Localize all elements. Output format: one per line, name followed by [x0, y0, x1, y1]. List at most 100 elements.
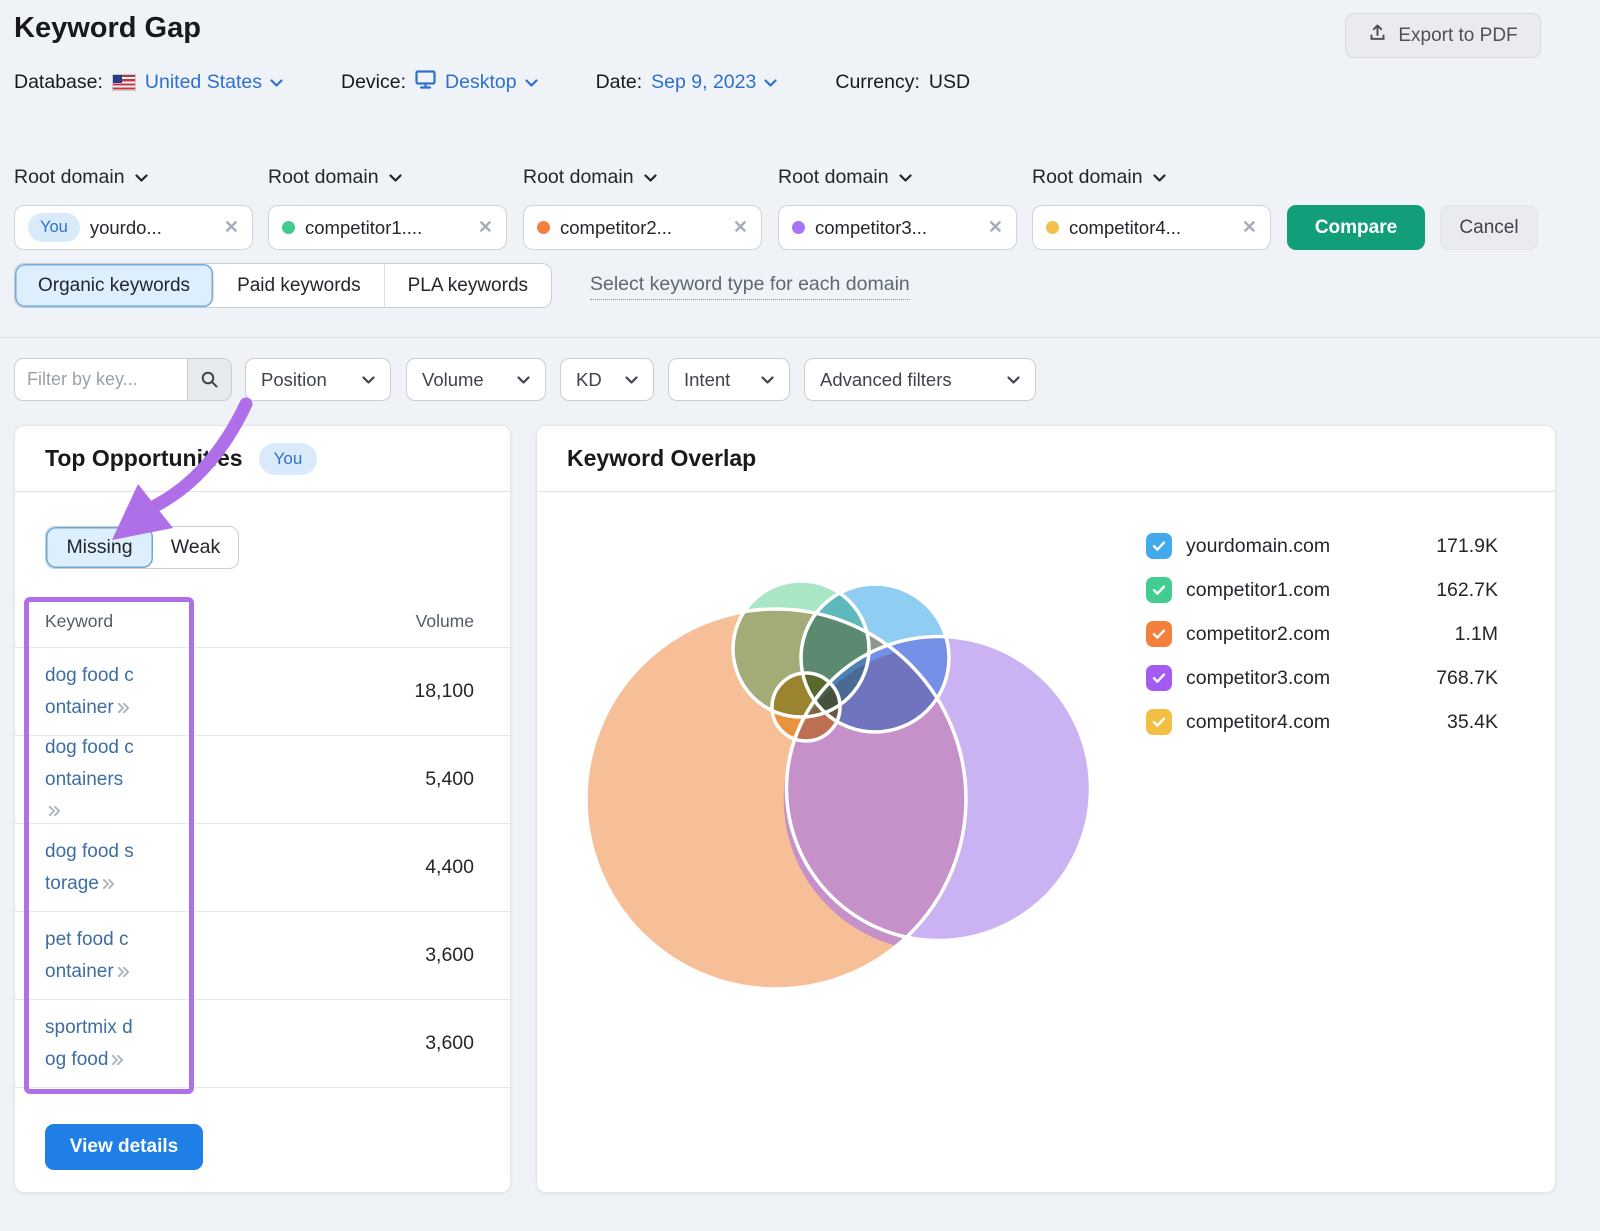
- kd-filter-dropdown[interactable]: KD: [560, 358, 654, 401]
- checkmark-icon: [1152, 716, 1166, 728]
- chevron-down-icon: [1153, 174, 1166, 182]
- keyword-link[interactable]: dog food containers: [45, 732, 139, 828]
- checkmark-icon: [1152, 540, 1166, 552]
- chevron-down-icon: [644, 174, 657, 182]
- table-row: dog food storage 4,400: [15, 824, 510, 912]
- legend-value: 162.7K: [1436, 579, 1498, 602]
- checkbox-yourdomain[interactable]: [1146, 533, 1172, 559]
- volume-column-header: Volume: [416, 611, 474, 632]
- tab-pla-keywords[interactable]: PLA keywords: [385, 264, 551, 307]
- remove-domain-icon[interactable]: ✕: [224, 217, 239, 238]
- competitor2-chip[interactable]: competitor2... ✕: [523, 205, 762, 250]
- table-row: dog food container 18,100: [15, 648, 510, 736]
- chevron-down-icon: [899, 174, 912, 182]
- select-keyword-type-link[interactable]: Select keyword type for each domain: [590, 273, 910, 300]
- keyword-overlap-title: Keyword Overlap: [567, 445, 756, 472]
- competitor3-dot-icon: [792, 221, 805, 234]
- root-domain-dropdown-3[interactable]: Root domain: [523, 166, 657, 189]
- legend-domain: competitor4.com: [1186, 711, 1433, 734]
- chevron-down-icon: [389, 174, 402, 182]
- keyword-link[interactable]: dog food storage: [45, 836, 139, 900]
- checkmark-icon: [1152, 628, 1166, 640]
- compare-button[interactable]: Compare: [1287, 205, 1425, 250]
- us-flag-icon: [112, 74, 136, 91]
- search-icon: [200, 370, 219, 389]
- position-filter-dropdown[interactable]: Position: [245, 358, 391, 401]
- checkmark-icon: [1152, 584, 1166, 596]
- volume-value: 4,400: [425, 856, 474, 879]
- checkbox-competitor2[interactable]: [1146, 621, 1172, 647]
- competitor1-chip[interactable]: competitor1.... ✕: [268, 205, 507, 250]
- keyword-link[interactable]: dog food container: [45, 660, 139, 724]
- remove-domain-icon[interactable]: ✕: [1242, 217, 1257, 238]
- tab-paid-keywords[interactable]: Paid keywords: [214, 264, 385, 307]
- volume-filter-dropdown[interactable]: Volume: [406, 358, 546, 401]
- table-row: dog food containers 5,400: [15, 736, 510, 824]
- competitor3-chip[interactable]: competitor3... ✕: [778, 205, 1017, 250]
- missing-tab[interactable]: Missing: [46, 527, 153, 568]
- cancel-button[interactable]: Cancel: [1440, 205, 1538, 250]
- root-domain-dropdown-4[interactable]: Root domain: [778, 166, 912, 189]
- legend-row-competitor3: competitor3.com 768.7K: [1146, 656, 1498, 700]
- competitor4-dot-icon: [1046, 221, 1059, 234]
- remove-domain-icon[interactable]: ✕: [733, 217, 748, 238]
- root-domain-dropdown-5[interactable]: Root domain: [1032, 166, 1166, 189]
- keyword-overlap-card: Keyword Overlap yourdomai: [536, 425, 1556, 1193]
- device-selector[interactable]: Device: Desktop: [341, 70, 538, 95]
- opportunities-table: Keyword Volume dog food container 18,100…: [15, 598, 510, 1088]
- legend-row-competitor2: competitor2.com 1.1M: [1146, 612, 1498, 656]
- keyword-filter-searchbox: [14, 358, 232, 401]
- checkbox-competitor1[interactable]: [1146, 577, 1172, 603]
- checkmark-icon: [1152, 672, 1166, 684]
- legend-row-competitor4: competitor4.com 35.4K: [1146, 700, 1498, 744]
- you-badge: You: [259, 443, 318, 475]
- checkbox-competitor4[interactable]: [1146, 709, 1172, 735]
- table-row: pet food container 3,600: [15, 912, 510, 1000]
- desktop-monitor-icon: [415, 70, 436, 95]
- keyword-overlap-header: Keyword Overlap: [537, 426, 1555, 492]
- intent-filter-dropdown[interactable]: Intent: [668, 358, 790, 401]
- legend-domain: competitor2.com: [1186, 623, 1441, 646]
- top-opportunities-card: Top Opportunities You Missing Weak Keywo…: [14, 425, 511, 1193]
- chevron-down-icon: [764, 79, 777, 87]
- remove-domain-icon[interactable]: ✕: [988, 217, 1003, 238]
- root-domain-dropdown-1[interactable]: Root domain: [14, 166, 148, 189]
- your-domain-chip[interactable]: You yourdo... ✕: [14, 205, 253, 250]
- legend-value: 35.4K: [1447, 711, 1498, 734]
- volume-value: 3,600: [425, 944, 474, 967]
- chevron-down-icon: [1007, 376, 1020, 384]
- export-upload-icon: [1368, 23, 1387, 48]
- keyword-filter-input[interactable]: [15, 359, 187, 400]
- you-badge: You: [28, 213, 80, 242]
- competitor1-dot-icon: [282, 221, 295, 234]
- report-settings-bar: Database: United States Device: Desktop …: [14, 70, 970, 95]
- table-header-row: Keyword Volume: [15, 598, 510, 648]
- legend-row-yourdomain: yourdomain.com 171.9K: [1146, 524, 1498, 568]
- chevron-down-icon: [517, 376, 530, 384]
- keyword-link[interactable]: pet food container: [45, 924, 139, 988]
- competitor4-chip[interactable]: competitor4... ✕: [1032, 205, 1271, 250]
- keyword-link[interactable]: sportmix dog food: [45, 1012, 139, 1076]
- chevron-down-icon: [135, 174, 148, 182]
- database-selector[interactable]: Database: United States: [14, 71, 283, 94]
- weak-tab[interactable]: Weak: [153, 527, 238, 568]
- legend-value: 1.1M: [1455, 623, 1498, 646]
- checkbox-competitor3[interactable]: [1146, 665, 1172, 691]
- volume-value: 18,100: [414, 680, 474, 703]
- double-chevron-icon: [117, 702, 130, 714]
- date-selector[interactable]: Date: Sep 9, 2023: [596, 71, 778, 94]
- search-button[interactable]: [187, 359, 231, 400]
- tab-organic-keywords[interactable]: Organic keywords: [15, 264, 214, 307]
- remove-domain-icon[interactable]: ✕: [478, 217, 493, 238]
- double-chevron-icon: [117, 966, 130, 978]
- chevron-down-icon: [625, 376, 638, 384]
- view-details-button[interactable]: View details: [45, 1124, 203, 1170]
- double-chevron-icon: [102, 878, 115, 890]
- top-opportunities-header: Top Opportunities You: [15, 426, 510, 492]
- export-pdf-button[interactable]: Export to PDF: [1345, 13, 1541, 58]
- advanced-filters-dropdown[interactable]: Advanced filters: [804, 358, 1036, 401]
- missing-weak-toggle: Missing Weak: [45, 526, 239, 569]
- section-divider: [0, 337, 1600, 338]
- legend-value: 171.9K: [1436, 535, 1498, 558]
- root-domain-dropdown-2[interactable]: Root domain: [268, 166, 402, 189]
